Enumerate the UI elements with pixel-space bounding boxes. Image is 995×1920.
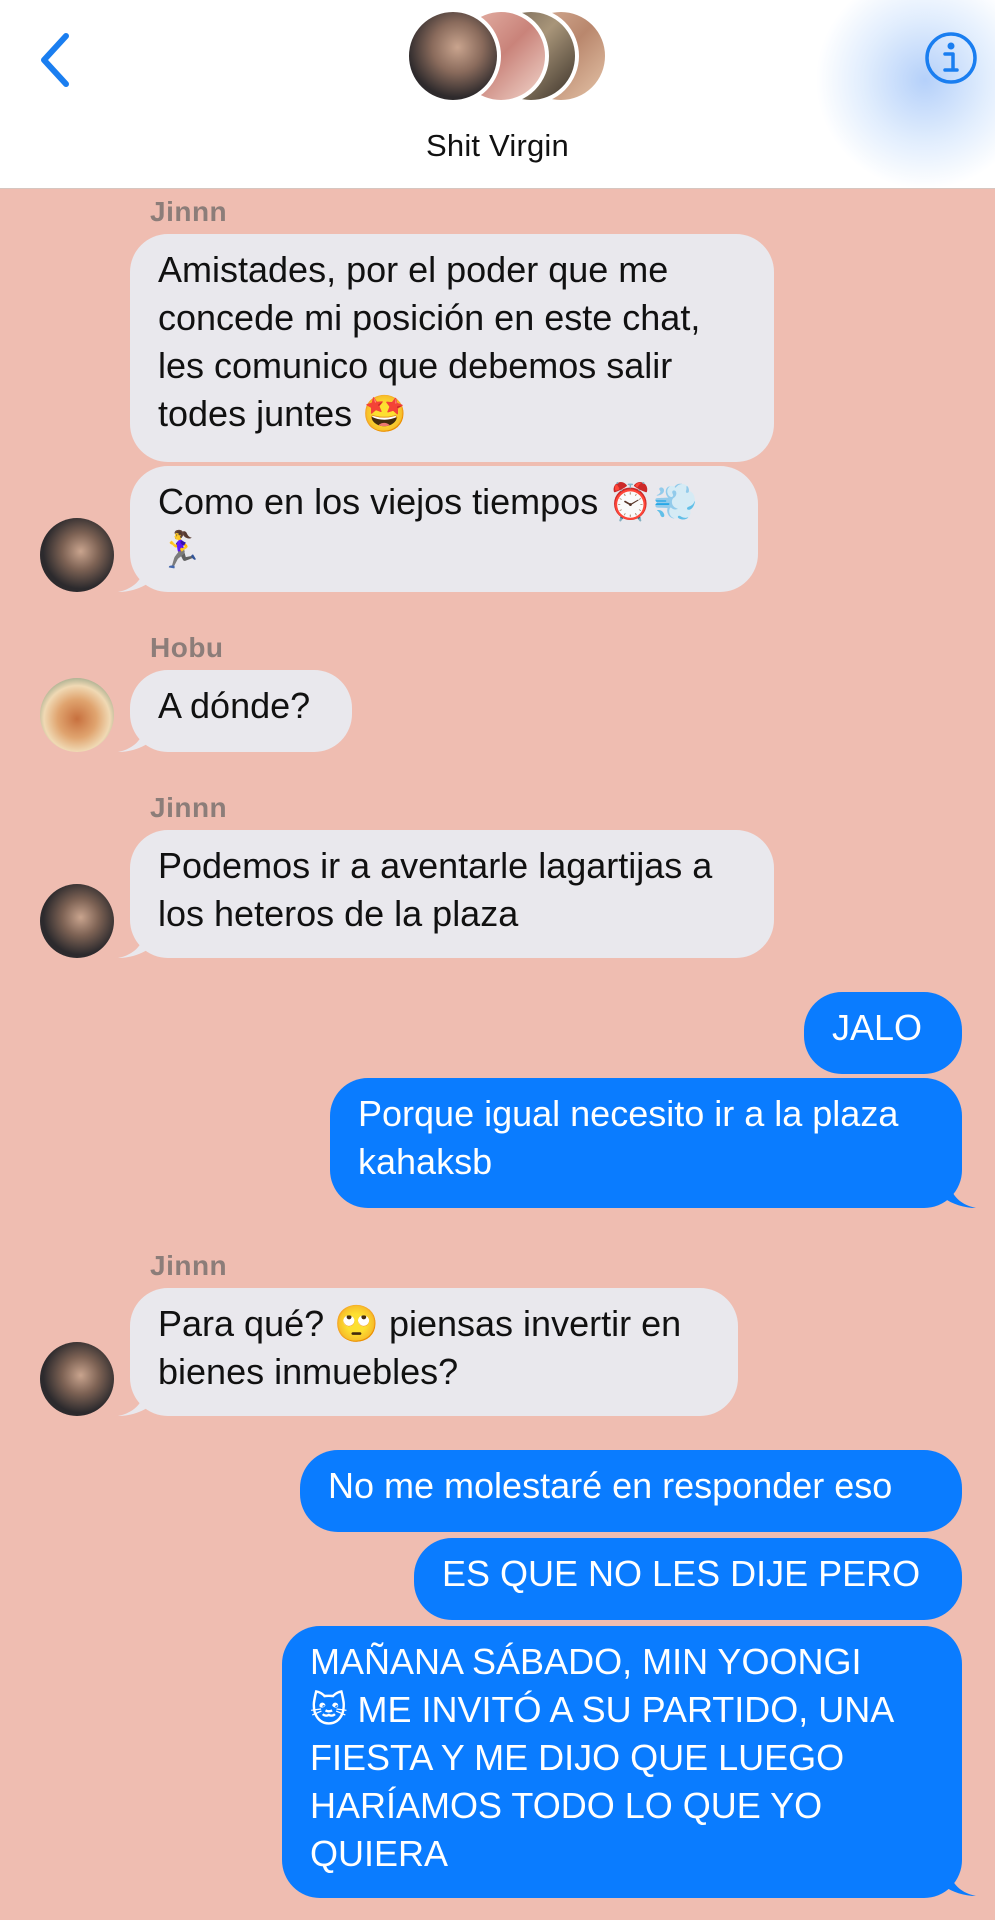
outgoing-message-bubble[interactable]: No me molestaré en responder eso [300, 1450, 962, 1532]
sender-name: Jinnn [150, 1250, 228, 1281]
sender-avatar[interactable] [40, 518, 114, 592]
sender-name: Hobu [150, 632, 224, 663]
sender-name: Jinnn [150, 792, 228, 823]
bubble-tail [118, 926, 150, 958]
info-icon [925, 32, 977, 84]
bubble-tail [118, 720, 150, 752]
bubble-tail [944, 1864, 976, 1896]
bubble-tail [118, 1384, 150, 1416]
incoming-message-bubble[interactable]: Como en los viejos tiempos ⏰💨 🏃‍♀️ [130, 466, 758, 592]
incoming-message-bubble[interactable]: Amistades, por el poder que me concede m… [130, 234, 774, 462]
outgoing-message-bubble[interactable]: Porque igual necesito ir a la plaza kaha… [330, 1078, 962, 1208]
sender-avatar[interactable] [40, 884, 114, 958]
group-avatar-1 [405, 8, 501, 104]
bubble-tail [118, 560, 150, 592]
sender-avatar[interactable] [40, 1342, 114, 1416]
outgoing-message-bubble[interactable]: JALO [804, 992, 962, 1074]
incoming-message-bubble[interactable]: Para qué? 🙄 piensas invertir en bienes i… [130, 1288, 738, 1416]
sender-name: Jinnn [150, 196, 228, 227]
sender-avatar[interactable] [40, 678, 114, 752]
outgoing-message-bubble[interactable]: ES QUE NO LES DIJE PERO [414, 1538, 962, 1620]
conversation-header: Shit Virgin [0, 0, 995, 189]
incoming-message-bubble[interactable]: Podemos ir a aventarle lagartijas a los … [130, 830, 774, 958]
bubble-tail [944, 1176, 976, 1208]
incoming-message-bubble[interactable]: A dónde? [130, 670, 352, 752]
group-title[interactable]: Shit Virgin [0, 128, 995, 164]
chevron-left-icon [41, 33, 69, 87]
back-button[interactable] [30, 28, 80, 92]
info-button[interactable] [923, 30, 979, 86]
group-avatars[interactable] [405, 8, 615, 108]
outgoing-message-bubble[interactable]: MAÑANA SÁBADO, MIN YOONGI 🐱 ME INVITÓ A … [282, 1626, 962, 1898]
